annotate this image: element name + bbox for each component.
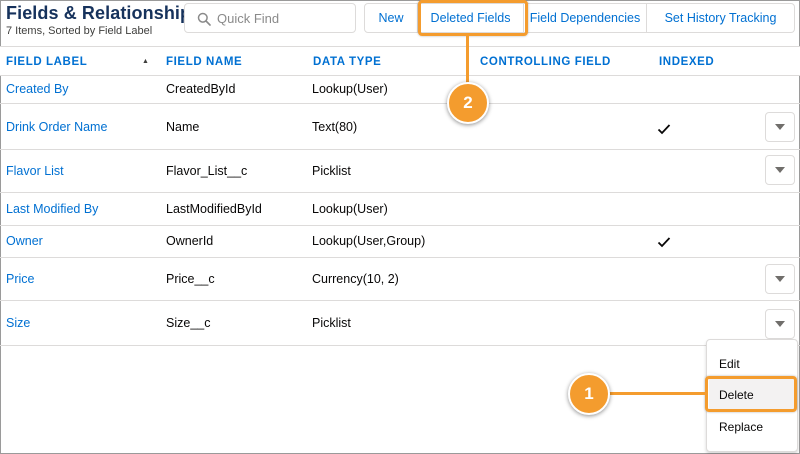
row-actions-button[interactable] <box>765 112 795 142</box>
table-row: Drink Order Name Name Text(80) <box>0 104 800 150</box>
callout-1-connector <box>608 392 706 395</box>
field-label-link[interactable]: Created By <box>6 82 69 96</box>
column-header-field-label[interactable]: FIELD LABEL <box>6 56 87 68</box>
field-label-link[interactable]: Price <box>6 272 34 286</box>
field-api-name: Size__c <box>166 316 211 330</box>
field-data-type: Picklist <box>312 164 351 178</box>
search-placeholder: Quick Find <box>217 11 280 26</box>
quick-find-search[interactable]: Quick Find <box>184 3 356 33</box>
field-data-type: Lookup(User) <box>312 82 388 96</box>
row-actions-button[interactable] <box>765 264 795 294</box>
chevron-down-icon <box>775 321 785 327</box>
field-api-name: Name <box>166 120 200 134</box>
column-header-data-type[interactable]: DATA TYPE <box>313 56 381 68</box>
field-data-type: Picklist <box>312 316 351 330</box>
callout-2-connector <box>466 36 469 84</box>
chevron-down-icon <box>775 124 785 130</box>
column-header-field-name[interactable]: FIELD NAME <box>166 56 242 68</box>
table-row: Last Modified By LastModifiedById Lookup… <box>0 193 800 226</box>
search-icon <box>197 12 211 26</box>
menu-item-edit[interactable]: Edit <box>707 357 797 371</box>
field-data-type: Lookup(User) <box>312 202 388 216</box>
column-header-indexed[interactable]: INDEXED <box>659 56 714 68</box>
sort-ascending-icon: ▲ <box>142 58 149 65</box>
table-row: Size Size__c Picklist <box>0 301 800 346</box>
page-title: Fields & Relationships <box>6 3 202 23</box>
field-api-name: LastModifiedById <box>166 202 262 216</box>
menu-item-delete[interactable]: Delete <box>707 388 797 402</box>
callout-badge-1: 1 <box>568 373 610 415</box>
field-data-type: Currency(10, 2) <box>312 272 399 286</box>
field-api-name: OwnerId <box>166 234 214 248</box>
chevron-down-icon <box>775 167 785 173</box>
table-row: Price Price__c Currency(10, 2) <box>0 258 800 301</box>
field-dependencies-button[interactable]: Field Dependencies <box>524 3 647 33</box>
table-row: Flavor List Flavor_List__c Picklist <box>0 150 800 193</box>
table-header: FIELD LABEL ▲ FIELD NAME DATA TYPE CONTR… <box>0 46 800 76</box>
column-header-controlling-field[interactable]: CONTROLLING FIELD <box>480 56 611 68</box>
new-button[interactable]: New <box>364 3 418 33</box>
chevron-down-icon <box>775 276 785 282</box>
field-api-name: Flavor_List__c <box>166 164 248 178</box>
list-header: Fields & Relationships 7 Items, Sorted b… <box>0 0 800 46</box>
field-label-link[interactable]: Size <box>6 316 30 330</box>
deleted-fields-button[interactable]: Deleted Fields <box>418 3 524 33</box>
item-count-subtitle: 7 Items, Sorted by Field Label <box>6 25 153 37</box>
action-button-group: New Deleted Fields Field Dependencies Se… <box>364 3 795 33</box>
callout-badge-2: 2 <box>447 82 489 124</box>
row-actions-menu: Edit Delete Replace <box>706 339 798 452</box>
field-api-name: Price__c <box>166 272 215 286</box>
field-label-link[interactable]: Flavor List <box>6 164 64 178</box>
menu-item-replace[interactable]: Replace <box>707 420 797 434</box>
field-data-type: Lookup(User,Group) <box>312 234 426 248</box>
indexed-check-icon <box>657 237 671 248</box>
set-history-tracking-button[interactable]: Set History Tracking <box>647 3 795 33</box>
field-label-link[interactable]: Drink Order Name <box>6 120 107 134</box>
field-label-link[interactable]: Last Modified By <box>6 202 98 216</box>
field-api-name: CreatedById <box>166 82 236 96</box>
row-actions-button[interactable] <box>765 309 795 339</box>
table-row: Owner OwnerId Lookup(User,Group) <box>0 226 800 258</box>
row-actions-button[interactable] <box>765 155 795 185</box>
field-data-type: Text(80) <box>312 120 358 134</box>
indexed-check-icon <box>657 124 671 135</box>
field-label-link[interactable]: Owner <box>6 234 43 248</box>
table-row: Created By CreatedById Lookup(User) <box>0 76 800 104</box>
